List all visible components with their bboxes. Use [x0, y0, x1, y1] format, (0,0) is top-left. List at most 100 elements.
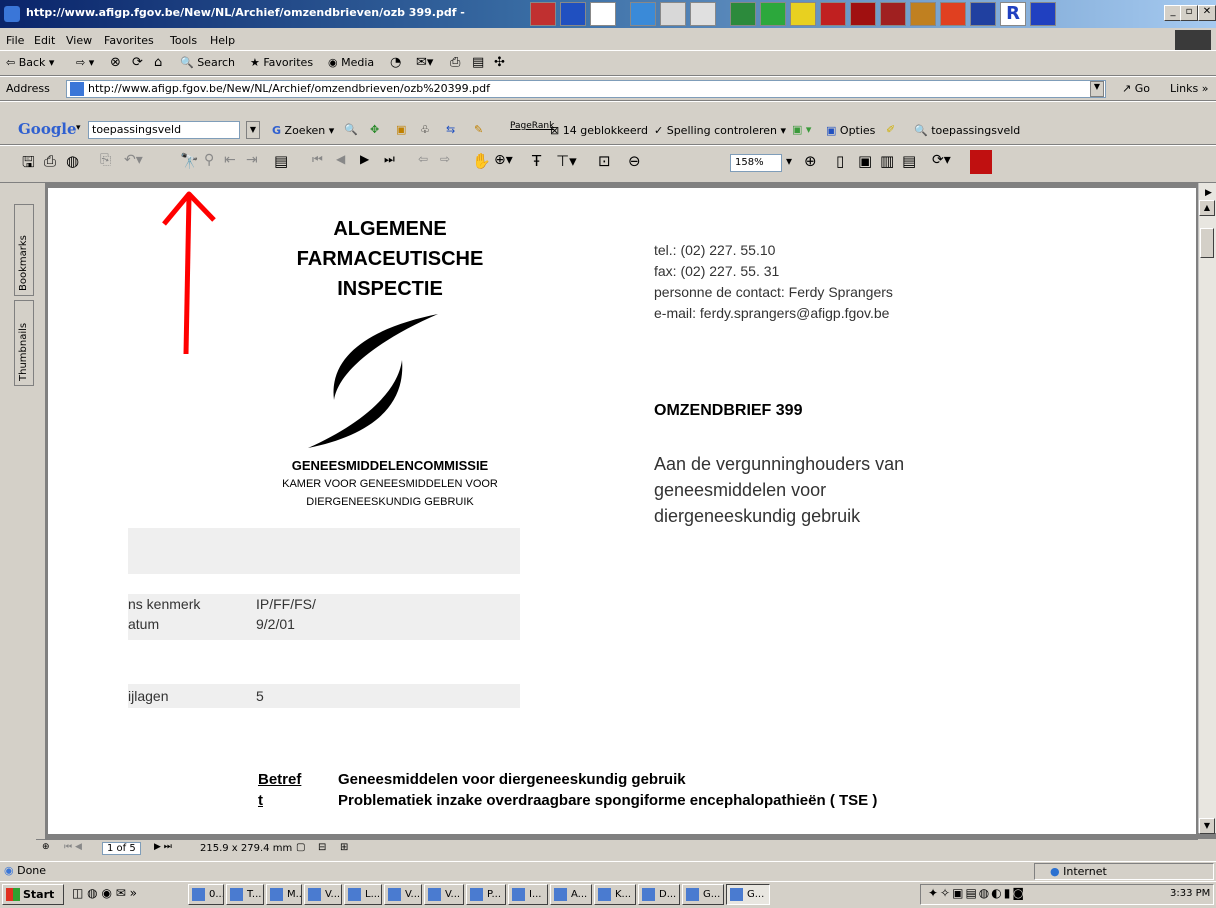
- facing-pages-icon[interactable]: ⊞: [340, 842, 348, 853]
- app-icon[interactable]: [970, 2, 996, 26]
- prev-page-icon[interactable]: ◀: [336, 152, 356, 172]
- address-dropdown-icon[interactable]: ▼: [1090, 81, 1104, 97]
- adobe-logo[interactable]: [970, 150, 992, 174]
- highlight-icon[interactable]: ✎: [474, 123, 483, 136]
- bookmarks-tab[interactable]: Bookmarks: [14, 204, 34, 296]
- search-icon[interactable]: ⚲: [204, 152, 224, 172]
- taskbar-button[interactable]: I...: [508, 884, 548, 905]
- email-icon[interactable]: ◍: [66, 152, 86, 172]
- google-search-button[interactable]: G Zoeken ▾: [272, 124, 334, 137]
- restore-button[interactable]: ▫: [1180, 5, 1198, 21]
- spell-check-button[interactable]: ✓ Spelling controleren ▾: [654, 124, 786, 137]
- back-button[interactable]: ⇦ Back ▾: [6, 56, 54, 69]
- first-page-icon[interactable]: ⏮: [312, 152, 332, 172]
- taskbar-button[interactable]: P...: [466, 884, 506, 905]
- google-logo[interactable]: Google: [18, 120, 77, 138]
- search-term-button[interactable]: 🔍 toepassingsveld: [914, 124, 1020, 137]
- taskbar-button[interactable]: A...: [550, 884, 592, 905]
- bookmarks-icon[interactable]: ▤: [274, 152, 294, 172]
- single-page-icon[interactable]: ▢: [296, 842, 305, 853]
- messenger-icon[interactable]: ✣: [494, 55, 505, 70]
- similar-icon[interactable]: ♧: [420, 123, 430, 136]
- vertical-scrollbar[interactable]: [1198, 183, 1216, 833]
- scroll-up-button[interactable]: ▲: [1199, 200, 1215, 216]
- menu-view[interactable]: View: [66, 34, 92, 47]
- taskbar-button[interactable]: K...: [594, 884, 636, 905]
- quicklaunch-app-icon[interactable]: [530, 2, 556, 26]
- taskbar-button[interactable]: L...: [344, 884, 382, 905]
- tray-icons[interactable]: ✦✧▣▤◍◐▮◙: [928, 886, 1026, 900]
- search-icon[interactable]: [690, 2, 716, 26]
- undo-icon[interactable]: ↶▾: [124, 152, 144, 172]
- menu-favorites[interactable]: Favorites: [104, 34, 154, 47]
- info-icon[interactable]: ▣: [396, 123, 406, 136]
- zoom-dropdown-icon[interactable]: ▾: [786, 154, 806, 174]
- app-icon[interactable]: [940, 2, 966, 26]
- scroll-down-button[interactable]: ▼: [1199, 818, 1215, 834]
- menu-tools[interactable]: Tools: [170, 34, 197, 47]
- last-page-icon[interactable]: ⏭: [384, 152, 404, 172]
- news-icon[interactable]: ✥: [370, 123, 379, 136]
- autofill-icon[interactable]: ▣ ▾: [792, 123, 811, 136]
- zoom-tool-icon[interactable]: ⊕▾: [494, 152, 514, 172]
- up-icon[interactable]: ⇆: [446, 123, 455, 136]
- go-button[interactable]: ↗ Go: [1122, 82, 1150, 95]
- taskbar-button[interactable]: M...: [266, 884, 302, 905]
- links-button[interactable]: Links »: [1170, 82, 1208, 95]
- quick-launch-icons[interactable]: ◫ ◍ ◉ ✉ »: [72, 886, 137, 900]
- page-indicator[interactable]: 1 of 5: [102, 842, 141, 855]
- scroll-thumb[interactable]: [1200, 228, 1214, 258]
- hand-tool-icon[interactable]: ✋: [472, 152, 492, 172]
- popup-blocker[interactable]: ⊠ 14 geblokkeerd: [550, 124, 648, 137]
- thumbnails-tab[interactable]: Thumbnails: [14, 300, 34, 386]
- save-icon[interactable]: 🖫: [22, 152, 42, 172]
- stop-icon[interactable]: ⊗: [110, 55, 121, 70]
- forward-button[interactable]: ⇨ ▾: [76, 56, 94, 69]
- app-icon[interactable]: [790, 2, 816, 26]
- actual-size-icon[interactable]: ▯: [836, 152, 856, 172]
- fit-page-icon[interactable]: ▣: [858, 152, 878, 172]
- continuous-icon[interactable]: ⊟: [318, 842, 326, 853]
- column-select-icon[interactable]: ⊤▾: [556, 152, 577, 172]
- app-icon[interactable]: [820, 2, 846, 26]
- search-button[interactable]: 🔍 Search: [180, 56, 235, 69]
- taskbar-button[interactable]: G...: [682, 884, 724, 905]
- taskbar-button[interactable]: V...: [304, 884, 342, 905]
- snapshot-icon[interactable]: ⊡: [598, 152, 618, 172]
- taskbar-button-active[interactable]: G...: [726, 884, 770, 905]
- prev-view-icon[interactable]: ⇤: [224, 152, 244, 172]
- home-icon[interactable]: ⌂: [154, 55, 162, 70]
- r-icon[interactable]: R: [1000, 2, 1026, 26]
- menu-file[interactable]: File: [6, 34, 24, 47]
- menu-edit[interactable]: Edit: [34, 34, 55, 47]
- split-arrow-icon[interactable]: ▶: [1205, 188, 1212, 198]
- word-icon[interactable]: [560, 2, 586, 26]
- menu-help[interactable]: Help: [210, 34, 235, 47]
- next-view-icon[interactable]: ⇥: [246, 152, 266, 172]
- print-icon[interactable]: ⎙: [450, 55, 460, 70]
- acrobat-icon[interactable]: [590, 2, 616, 26]
- favorites-button[interactable]: ★ Favorites: [250, 56, 313, 69]
- excel-icon[interactable]: [730, 2, 756, 26]
- taskbar-button[interactable]: V...: [384, 884, 422, 905]
- start-button[interactable]: Start: [2, 884, 64, 905]
- zoom-in-icon[interactable]: ⊕: [804, 152, 824, 172]
- app-icon[interactable]: [850, 2, 876, 26]
- search-site-icon[interactable]: 🔍: [344, 123, 358, 136]
- globe-icon[interactable]: [660, 2, 686, 26]
- next-last-page-buttons[interactable]: ▶ ⏭: [154, 842, 172, 852]
- find-icon[interactable]: 🔭: [180, 152, 200, 172]
- edit-icon[interactable]: ▤: [472, 55, 484, 70]
- print-icon[interactable]: ⎙: [44, 152, 64, 172]
- text-select-icon[interactable]: Ŧ: [532, 152, 552, 172]
- taskbar-button[interactable]: 0...: [188, 884, 224, 905]
- copy-icon[interactable]: ⎘: [100, 152, 120, 172]
- fit-width-icon[interactable]: ▥: [880, 152, 900, 172]
- app-icon[interactable]: [760, 2, 786, 26]
- taskbar-button[interactable]: V...: [424, 884, 464, 905]
- refresh-icon[interactable]: ⟳: [132, 55, 143, 70]
- zoom-out-icon[interactable]: ⊖: [628, 152, 648, 172]
- go-back-icon[interactable]: ⇦: [418, 152, 438, 172]
- google-dropdown-icon[interactable]: ▾: [76, 123, 81, 133]
- options-button[interactable]: ▣ Opties: [826, 124, 875, 137]
